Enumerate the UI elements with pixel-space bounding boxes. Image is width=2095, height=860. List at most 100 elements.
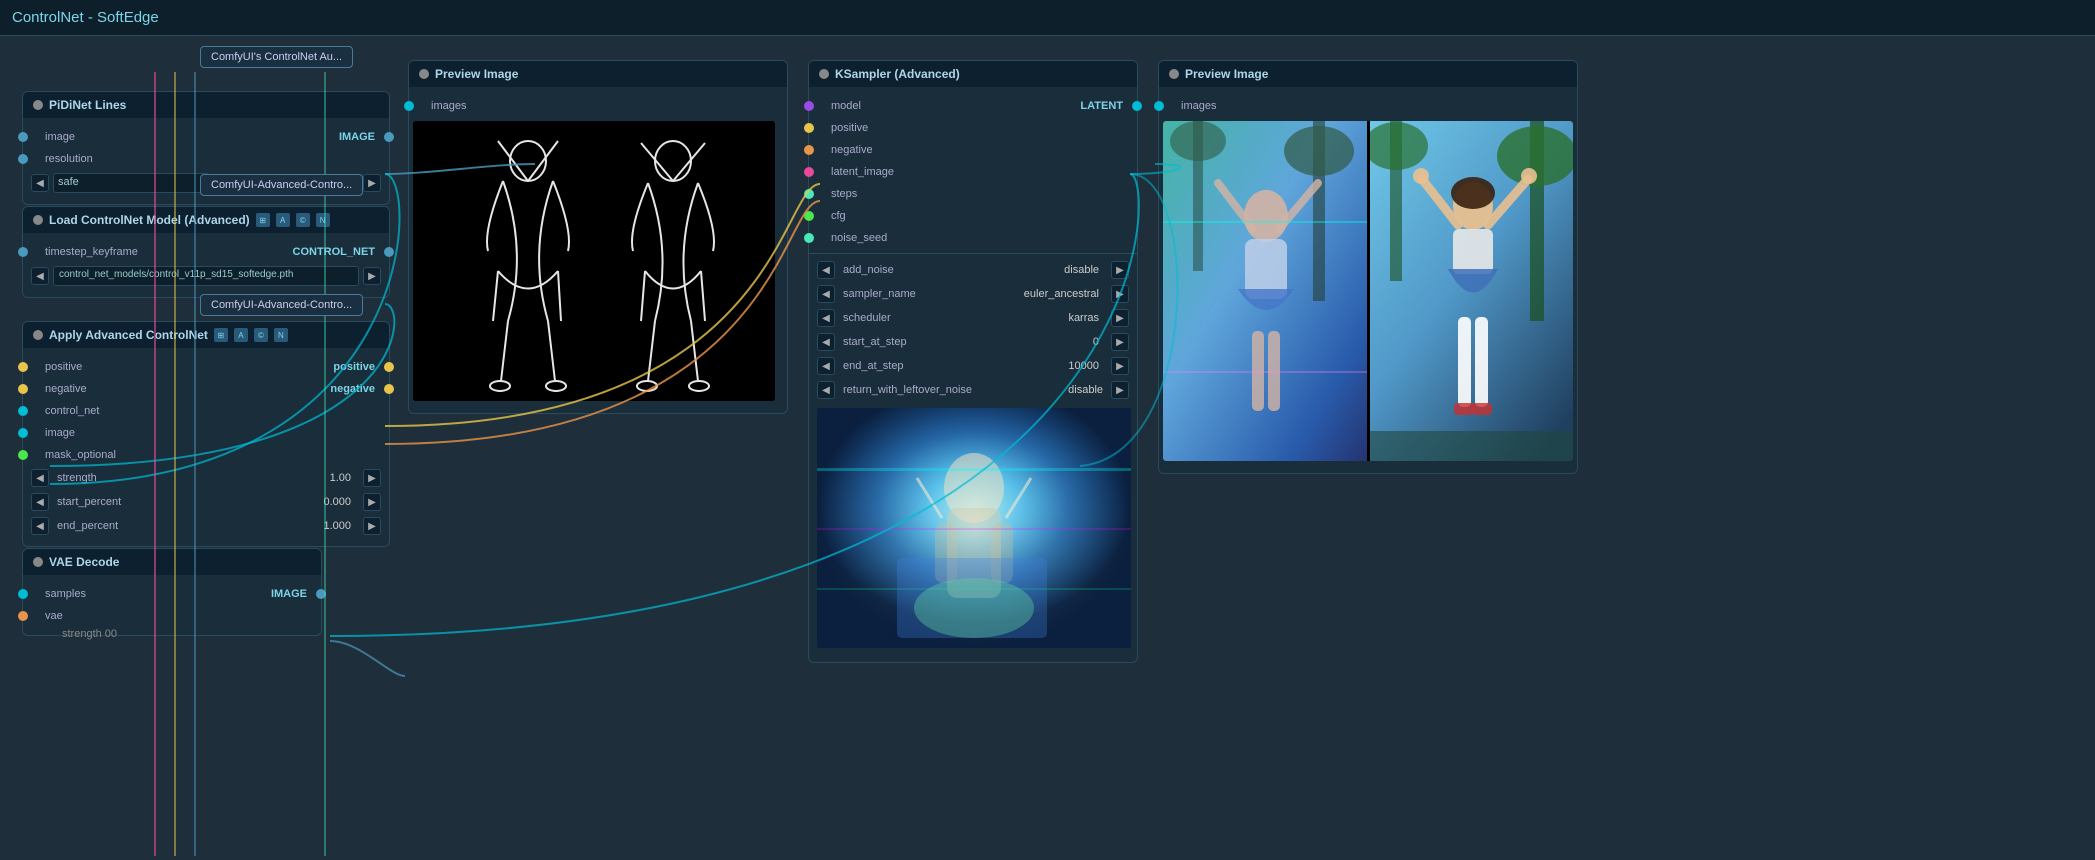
badge8: N	[274, 328, 288, 342]
safe-right-btn[interactable]: ▶	[363, 174, 381, 192]
sampler-name-right-btn[interactable]: ▶	[1111, 285, 1129, 303]
end-at-step-right-btn[interactable]: ▶	[1111, 357, 1129, 375]
end-at-step-left-btn[interactable]: ◀	[817, 357, 835, 375]
port-samples-in[interactable]	[18, 589, 28, 599]
port-resolution-in[interactable]	[18, 154, 28, 164]
port-latent-image-in[interactable]	[804, 167, 814, 177]
node-pidinet-header[interactable]: PiDiNet Lines	[23, 92, 389, 118]
return-noise-right-btn[interactable]: ▶	[1111, 381, 1129, 399]
node-ksampler-header[interactable]: KSampler (Advanced)	[809, 61, 1137, 87]
safe-value[interactable]: safe	[53, 173, 209, 193]
tooltip-text: ComfyUI's ControlNet Au...	[211, 51, 342, 63]
preview1-image	[413, 121, 775, 401]
add-noise-left-btn[interactable]: ◀	[817, 261, 835, 279]
port-negative-row: negative negative	[23, 378, 389, 400]
start-at-step-label: start_at_step	[839, 336, 1081, 348]
port-image-apply-in[interactable]	[18, 428, 28, 438]
canvas: ComfyUI's ControlNet Au... PiDiNet Lines…	[0, 36, 2095, 860]
port-negative-out[interactable]	[384, 384, 394, 394]
port-negative-in-label: negative	[31, 383, 95, 395]
node-vae-header[interactable]: VAE Decode	[23, 549, 321, 575]
node-preview2-header[interactable]: Preview Image	[1159, 61, 1577, 87]
scheduler-left-btn[interactable]: ◀	[817, 309, 835, 327]
port-model-label: model	[817, 100, 869, 112]
port-image-apply-label: image	[31, 427, 83, 439]
port-noise-seed-label: noise_seed	[817, 232, 895, 244]
tooltip-popup: ComfyUI's ControlNet Au...	[200, 46, 353, 68]
badge2: A	[276, 213, 290, 227]
port-positive-in[interactable]	[18, 362, 28, 372]
filepath-right-btn[interactable]: ▶	[363, 267, 381, 285]
start-percent-left-btn[interactable]: ◀	[31, 493, 49, 511]
port-steps-row: steps	[809, 183, 1137, 205]
sampler-name-left-btn[interactable]: ◀	[817, 285, 835, 303]
node-vae-dot	[33, 557, 43, 567]
port-images2-in[interactable]	[1154, 101, 1164, 111]
start-at-step-value: 0	[1085, 336, 1107, 348]
port-image-out-value: IMAGE	[265, 588, 313, 600]
badge3: ©	[296, 213, 310, 227]
ksampler-preview-image	[817, 408, 1131, 648]
port-images1-in[interactable]	[404, 101, 414, 111]
ksampler-body: model LATENT positive negative latent_im…	[809, 87, 1137, 662]
ksampler-title: KSampler (Advanced)	[835, 67, 960, 81]
preview1-dot	[419, 69, 429, 79]
port-model-in[interactable]	[804, 101, 814, 111]
port-timestep-label: timestep_keyframe	[31, 246, 146, 258]
end-percent-left-btn[interactable]: ◀	[31, 517, 49, 535]
strength-right-btn[interactable]: ▶	[363, 469, 381, 487]
preview2-left-svg	[1163, 121, 1367, 461]
start-at-step-right-btn[interactable]: ▶	[1111, 333, 1129, 351]
preview2-title: Preview Image	[1185, 67, 1268, 81]
port-row-image: image IMAGE	[23, 126, 389, 148]
node-apply-controlnet-title: Apply Advanced ControlNet	[49, 328, 208, 342]
port-ksampler-positive-in[interactable]	[804, 123, 814, 133]
port-ksampler-positive-row: positive	[809, 117, 1137, 139]
port-image-in[interactable]	[18, 132, 28, 142]
add-noise-right-btn[interactable]: ▶	[1111, 261, 1129, 279]
port-image-out[interactable]	[384, 132, 394, 142]
port-image-vae-out[interactable]	[316, 589, 326, 599]
node-load-controlnet-header[interactable]: Load ControlNet Model (Advanced) ⊞ A © N	[23, 207, 389, 233]
node-preview1-header[interactable]: Preview Image	[409, 61, 787, 87]
badge1: ⊞	[256, 213, 270, 227]
port-noise-seed-in[interactable]	[804, 233, 814, 243]
preview2-dot	[1169, 69, 1179, 79]
node-apply-controlnet-header[interactable]: Apply Advanced ControlNet ⊞ A © N	[23, 322, 389, 348]
filepath-field[interactable]: control_net_models/control_v11p_sd15_sof…	[53, 266, 359, 286]
port-steps-in[interactable]	[804, 189, 814, 199]
return-noise-label: return_with_leftover_noise	[839, 384, 1060, 396]
port-image-label: image	[31, 131, 83, 143]
port-cfg-in[interactable]	[804, 211, 814, 221]
start-percent-right-btn[interactable]: ▶	[363, 493, 381, 511]
scheduler-right-btn[interactable]: ▶	[1111, 309, 1129, 327]
port-controlnet-in[interactable]	[18, 406, 28, 416]
port-ksampler-negative-in[interactable]	[804, 145, 814, 155]
node-dot	[33, 100, 43, 110]
ksampler-dot	[819, 69, 829, 79]
node-apply-controlnet: Apply Advanced ControlNet ⊞ A © N positi…	[22, 321, 390, 547]
port-positive-out[interactable]	[384, 362, 394, 372]
port-negative-in[interactable]	[18, 384, 28, 394]
app-title: ControlNet - SoftEdge	[12, 9, 159, 26]
port-controlnet-in-label: control_net	[31, 405, 107, 417]
preview2-right	[1370, 121, 1574, 461]
preview1-title: Preview Image	[435, 67, 518, 81]
safe-left-btn[interactable]: ◀	[31, 174, 49, 192]
port-timestep-in[interactable]	[18, 247, 28, 257]
port-latent-out[interactable]	[1132, 101, 1142, 111]
add-noise-label: add_noise	[839, 264, 1052, 276]
node-ksampler: KSampler (Advanced) model LATENT positiv…	[808, 60, 1138, 663]
filepath-left-btn[interactable]: ◀	[31, 267, 49, 285]
control-start-at-step-row: ◀ start_at_step 0 ▶	[809, 330, 1137, 354]
start-at-step-left-btn[interactable]: ◀	[817, 333, 835, 351]
port-vae-in[interactable]	[18, 611, 28, 621]
end-percent-right-btn[interactable]: ▶	[363, 517, 381, 535]
return-noise-value: disable	[1064, 384, 1107, 396]
preview1-body: images	[409, 87, 787, 413]
strength-left-btn[interactable]: ◀	[31, 469, 49, 487]
port-mask-in[interactable]	[18, 450, 28, 460]
port-controlnet-out[interactable]	[384, 247, 394, 257]
port-controlnet-row: control_net	[23, 400, 389, 422]
return-noise-left-btn[interactable]: ◀	[817, 381, 835, 399]
